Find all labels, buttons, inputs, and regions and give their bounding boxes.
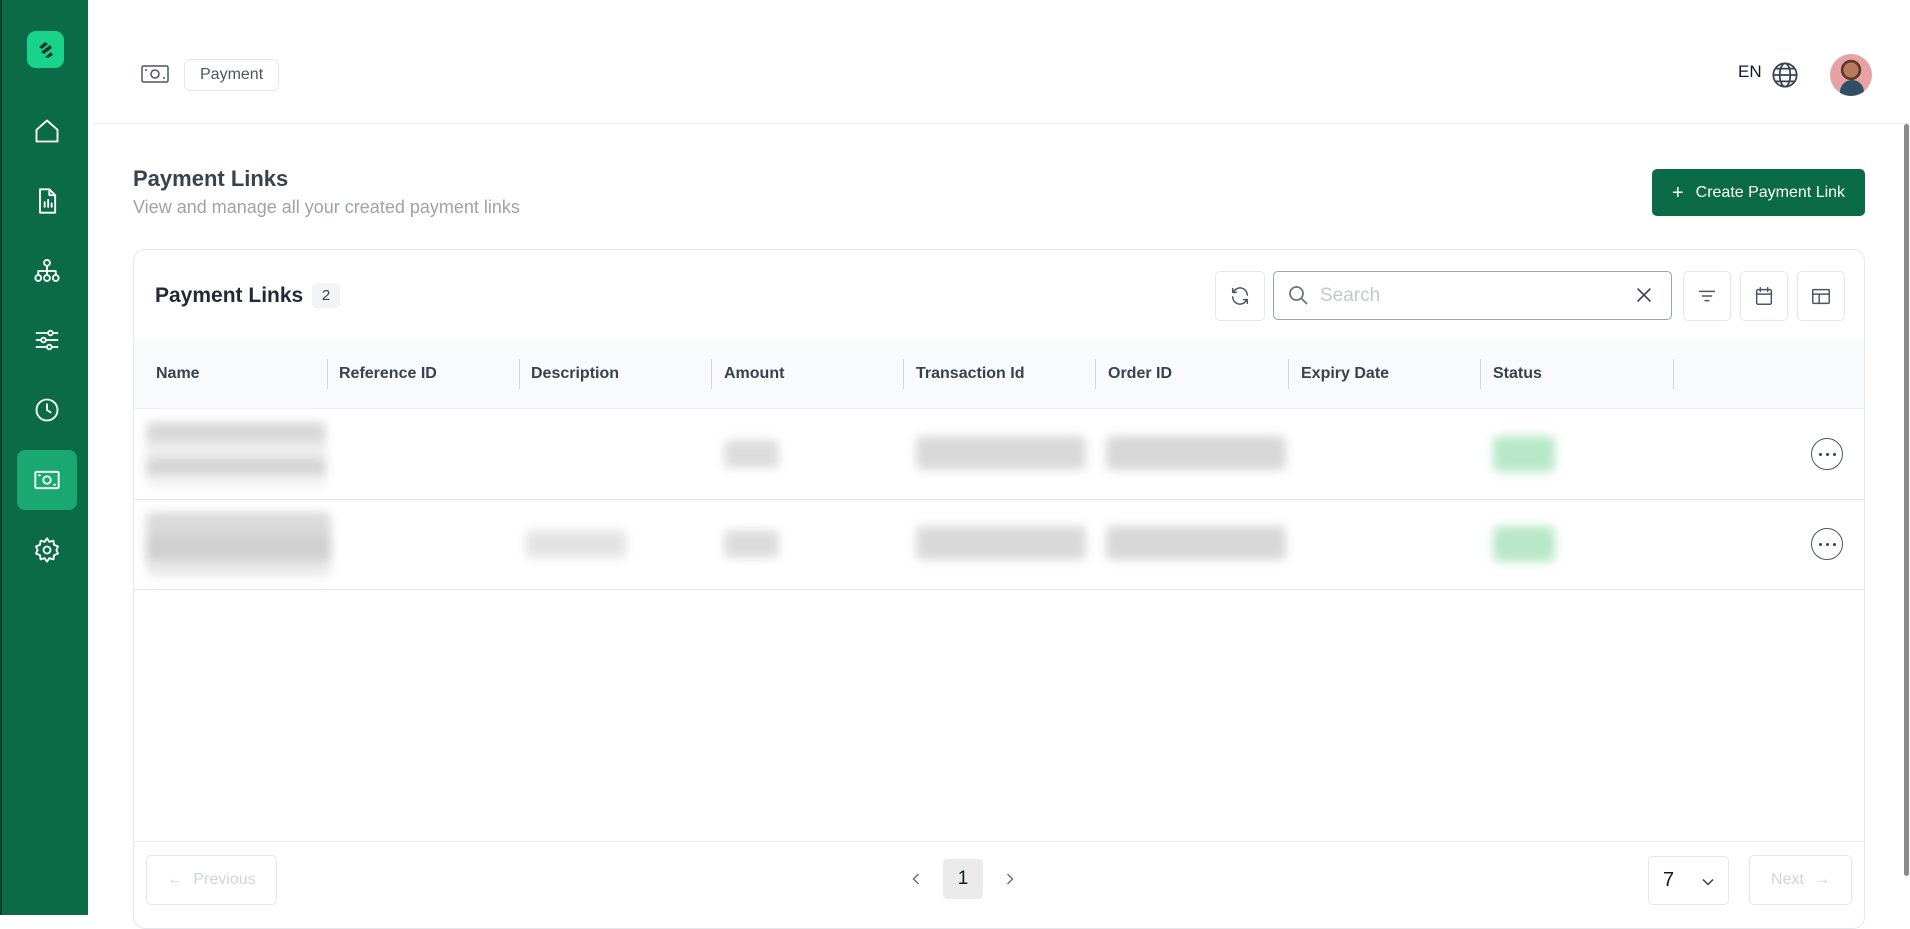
- more-icon: [1818, 452, 1822, 456]
- app-logo[interactable]: [27, 31, 64, 68]
- redacted-transaction-id: [916, 436, 1086, 470]
- refresh-button[interactable]: [1215, 271, 1265, 321]
- pagination: ← Previous 1 7 Next →: [134, 841, 1864, 928]
- column-header-expiry-date[interactable]: Expiry Date: [1301, 339, 1389, 409]
- nav-hierarchy[interactable]: [17, 241, 77, 301]
- previous-label: Previous: [193, 871, 256, 888]
- refresh-icon: [1231, 287, 1249, 305]
- user-avatar[interactable]: [1830, 54, 1872, 96]
- redacted-name: [146, 422, 326, 488]
- nav-payment[interactable]: [17, 450, 77, 510]
- nav-settings[interactable]: [17, 520, 77, 580]
- layout-icon: [1812, 288, 1830, 305]
- column-header-order-id[interactable]: Order ID: [1108, 339, 1172, 409]
- table-header: Name Reference ID Description Amount Tra…: [134, 339, 1864, 409]
- chevron-right-icon[interactable]: [1000, 869, 1022, 891]
- row-actions-button[interactable]: [1811, 438, 1843, 470]
- redacted-amount: [724, 440, 779, 468]
- redacted-description: [526, 530, 626, 558]
- table-row[interactable]: [134, 410, 1864, 500]
- next-button[interactable]: Next →: [1749, 855, 1852, 905]
- calendar-icon: [1755, 287, 1773, 305]
- filter-icon: [1698, 290, 1716, 302]
- globe-icon[interactable]: [1771, 61, 1799, 89]
- search-input[interactable]: [1320, 284, 1633, 307]
- page-number[interactable]: 1: [943, 859, 983, 899]
- column-header-status[interactable]: Status: [1493, 339, 1542, 409]
- column-header-reference-id[interactable]: Reference ID: [339, 339, 437, 409]
- page-scrollbar[interactable]: [1904, 124, 1909, 876]
- top-header: Payment EN: [93, 0, 1910, 124]
- create-payment-link-button[interactable]: + Create Payment Link: [1652, 169, 1865, 216]
- plus-icon: +: [1671, 181, 1684, 204]
- previous-button[interactable]: ← Previous: [146, 855, 277, 905]
- arrow-left-icon: ←: [167, 871, 184, 888]
- column-divider: [903, 359, 904, 389]
- breadcrumb[interactable]: Payment: [184, 59, 280, 91]
- search-icon: [1286, 283, 1312, 309]
- column-divider: [711, 359, 712, 389]
- nav-history[interactable]: [17, 380, 77, 440]
- row-actions-button[interactable]: [1811, 528, 1843, 560]
- chevron-left-icon[interactable]: [906, 869, 928, 891]
- redacted-order-id: [1106, 526, 1286, 560]
- column-divider: [1288, 359, 1289, 389]
- card-title: Payment Links: [155, 284, 304, 307]
- columns-button[interactable]: [1797, 271, 1845, 321]
- redacted-transaction-id: [916, 526, 1086, 560]
- count-badge: 2: [312, 283, 340, 308]
- payment-links-card: Payment Links 2 Name Reference ID Descri…: [133, 249, 1865, 929]
- redacted-order-id: [1106, 436, 1286, 470]
- next-label: Next: [1771, 871, 1804, 888]
- page-size-select[interactable]: 7: [1648, 856, 1729, 905]
- column-divider: [519, 359, 520, 389]
- date-filter-button[interactable]: [1740, 271, 1788, 321]
- status-badge: [1493, 436, 1555, 472]
- column-divider: [327, 359, 328, 389]
- page-title: Payment Links: [133, 166, 289, 191]
- hierarchy-icon: [34, 258, 60, 282]
- status-badge: [1493, 526, 1555, 562]
- nav-reports[interactable]: [17, 171, 77, 231]
- column-header-amount[interactable]: Amount: [724, 339, 784, 409]
- clock-icon: [35, 398, 59, 422]
- arrow-right-icon: →: [1813, 871, 1830, 888]
- column-divider: [1480, 359, 1481, 389]
- nav-adjustments[interactable]: [17, 310, 77, 370]
- logo-icon: [38, 41, 53, 58]
- more-icon: [1818, 542, 1822, 546]
- nav-home[interactable]: [17, 101, 77, 161]
- clear-search-icon[interactable]: [1633, 284, 1657, 308]
- redacted-name: [146, 512, 331, 576]
- report-icon: [39, 188, 57, 214]
- settings-icon: [34, 537, 60, 563]
- payment-icon: [141, 63, 169, 85]
- chevron-down-icon: [1698, 872, 1718, 892]
- page-size-value: 7: [1663, 869, 1675, 891]
- redacted-amount: [724, 530, 779, 558]
- column-divider: [1673, 359, 1674, 389]
- sliders-icon: [35, 329, 59, 351]
- sidebar: [0, 0, 88, 915]
- search-box: [1273, 271, 1672, 320]
- payment-icon: [34, 470, 60, 490]
- home-icon: [35, 119, 59, 143]
- filter-button[interactable]: [1683, 271, 1731, 321]
- column-divider: [1095, 359, 1096, 389]
- language-label[interactable]: EN: [1738, 62, 1762, 82]
- table-row[interactable]: [134, 500, 1864, 590]
- column-header-description[interactable]: Description: [531, 339, 619, 409]
- column-header-transaction-id[interactable]: Transaction Id: [916, 339, 1024, 409]
- create-button-label: Create Payment Link: [1695, 183, 1846, 201]
- column-header-name[interactable]: Name: [156, 339, 200, 409]
- page-subtitle: View and manage all your created payment…: [133, 197, 520, 217]
